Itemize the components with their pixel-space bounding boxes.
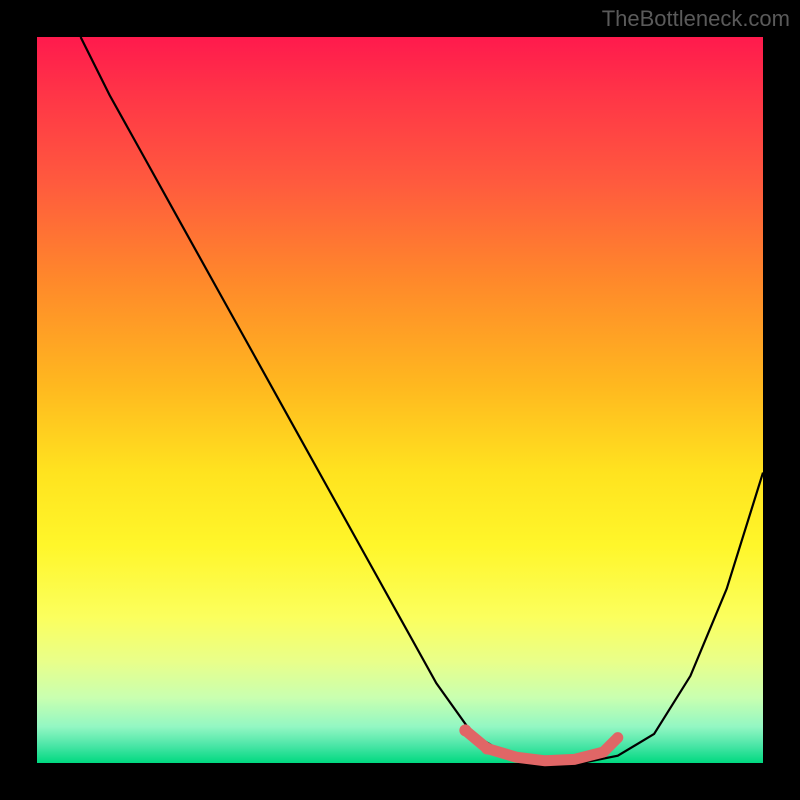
bottleneck-curve-line: [81, 37, 763, 763]
watermark-text: TheBottleneck.com: [602, 6, 790, 32]
highlight-dot: [459, 724, 471, 736]
highlight-dot: [481, 742, 493, 754]
chart-svg: [37, 37, 763, 763]
chart-plot-area: [37, 37, 763, 763]
